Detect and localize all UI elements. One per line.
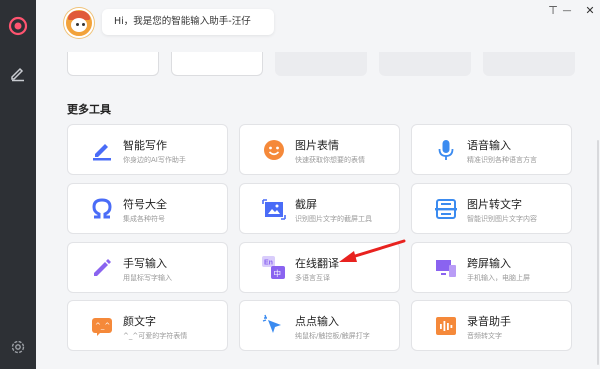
tool-title: 录音助手 [467,315,511,328]
tool-title: 智能写作 [123,139,167,152]
translate-icon: En 中 [261,255,287,281]
section-title: 更多工具 [67,103,111,116]
cursor-click-icon [261,313,287,339]
tool-title: 点点输入 [295,315,339,328]
tool-title: 截屏 [295,198,317,211]
tool-title: 图片转文字 [467,198,522,211]
tool-subtitle: 纯鼠标/触控板/触屏打字 [295,332,370,340]
tool-card-partial[interactable] [379,52,471,76]
pin-icon[interactable]: ⊤ [546,4,560,18]
tool-card-online-translate[interactable]: En 中 在线翻译 多语言互译 [239,242,400,293]
tool-title: 跨屏输入 [467,257,511,270]
assistant-avatar[interactable] [64,8,94,38]
sidebar [0,0,36,369]
greeting-bubble: Hi，我是您的智能输入助手-汪仔 [102,9,274,35]
tool-card-click-input[interactable]: 点点输入 纯鼠标/触控板/触屏打字 [239,300,400,351]
svg-text:En: En [264,260,273,267]
settings-gear-icon[interactable] [7,336,29,358]
tool-card-image-to-text[interactable]: 图片转文字 智能识别图片文字内容 [411,183,572,234]
microphone-icon [433,137,459,163]
tool-card-partial[interactable] [275,52,367,76]
tool-subtitle: 快速获取你想要的表情 [295,156,365,164]
tool-title: 颜文字 [123,315,156,328]
tool-subtitle: 集成各种符号 [123,215,165,223]
tool-card-smart-writing[interactable]: 智能写作 你身边的AI写作助手 [67,124,228,175]
image-to-text-icon [433,196,459,222]
tool-card-partial[interactable] [67,52,159,76]
svg-text:^_^: ^_^ [95,322,110,330]
tool-subtitle: 手机输入，电脑上屏 [467,274,530,282]
tool-subtitle: ^_^可爱的字符表情 [123,332,188,340]
tool-subtitle: 智能识别图片文字内容 [467,215,537,223]
tool-card-emoticon[interactable]: ^_^ 颜文字 ^_^可爱的字符表情 [67,300,228,351]
vertical-scrollbar[interactable] [597,140,599,365]
screenshot-icon [261,196,287,222]
edit-icon[interactable] [7,62,29,84]
emoticon-icon: ^_^ [89,313,115,339]
tool-subtitle: 音频转文字 [467,332,502,340]
tool-card-recording-assistant[interactable]: 录音助手 音频转文字 [411,300,572,351]
cross-screen-icon [433,255,459,281]
tool-subtitle: 用鼠标写字输入 [123,274,172,282]
tool-title: 手写输入 [123,257,167,270]
audio-record-icon [433,313,459,339]
handwriting-icon [89,255,115,281]
close-button[interactable]: ✕ [583,4,597,18]
tool-card-partial[interactable] [483,52,575,76]
tool-title: 图片表情 [295,139,339,152]
tool-title: 语音输入 [467,139,511,152]
tool-card-voice-input[interactable]: 语音输入 精准识别各种语言方言 [411,124,572,175]
minimize-button[interactable]: — [560,4,574,18]
tool-card-symbols[interactable]: 符号大全 集成各种符号 [67,183,228,234]
smiley-icon [261,137,287,163]
tool-card-image-emoji[interactable]: 图片表情 快速获取你想要的表情 [239,124,400,175]
tool-subtitle: 识别图片文字的截屏工具 [295,215,372,223]
tool-card-handwriting[interactable]: 手写输入 用鼠标写字输入 [67,242,228,293]
tool-card-cross-screen[interactable]: 跨屏输入 手机输入，电脑上屏 [411,242,572,293]
tool-title: 在线翻译 [295,257,339,270]
omega-icon [89,196,115,222]
tool-subtitle: 精准识别各种语言方言 [467,156,537,164]
tool-subtitle: 多语言互译 [295,274,330,282]
svg-text:中: 中 [274,268,282,278]
app-logo-icon[interactable] [7,15,29,37]
pen-icon [89,137,115,163]
tool-card-partial[interactable] [171,52,263,76]
tool-title: 符号大全 [123,198,167,211]
tool-subtitle: 你身边的AI写作助手 [123,156,186,164]
tool-card-screenshot[interactable]: 截屏 识别图片文字的截屏工具 [239,183,400,234]
